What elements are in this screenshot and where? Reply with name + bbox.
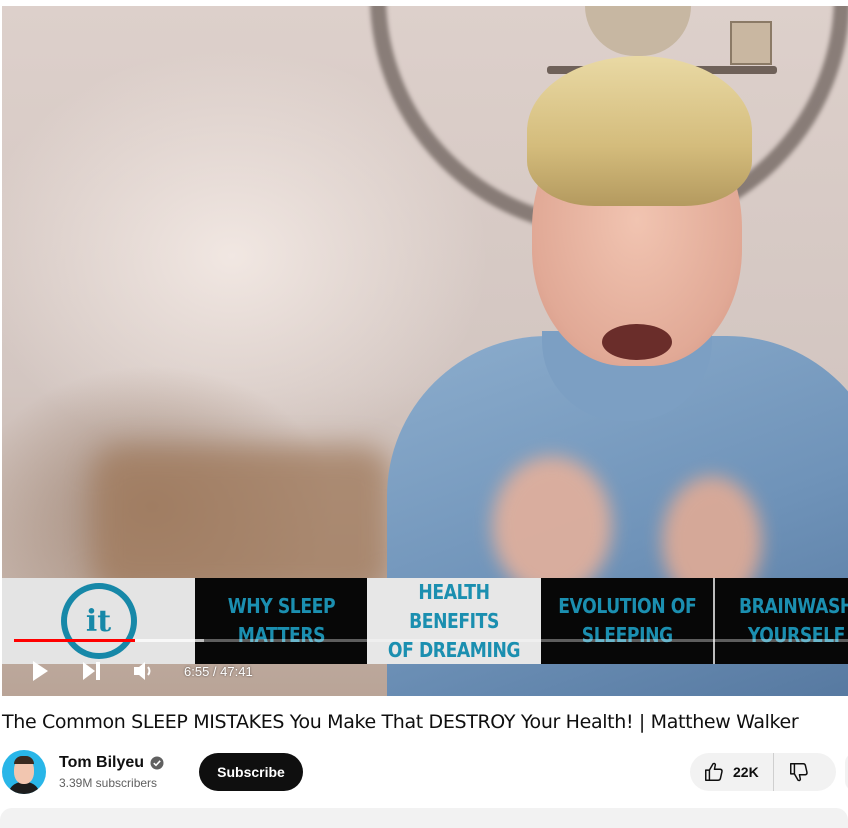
logo-text: it <box>66 589 131 653</box>
background-chair <box>92 446 392 596</box>
subscribe-button[interactable]: Subscribe <box>199 753 303 791</box>
chapter-line-1: WHY SLEEP <box>227 594 335 618</box>
channel-owner: Tom Bilyeu 3.39M subscribers <box>2 750 164 794</box>
thumbs-up-icon <box>705 762 723 781</box>
like-dislike-group: 22K <box>690 753 836 791</box>
next-button[interactable] <box>68 647 116 695</box>
speaker-mouth <box>602 324 672 360</box>
like-button[interactable]: 22K <box>690 753 774 791</box>
next-icon <box>83 662 100 680</box>
player-controls: 6:55 / 47:41 <box>2 646 848 696</box>
speaker-hair <box>527 56 752 206</box>
chapter-line-1: BRAINWASH <box>739 594 848 618</box>
speaker-hand-left <box>492 456 612 596</box>
play-icon <box>33 661 48 681</box>
mute-button[interactable] <box>120 647 168 695</box>
description-box[interactable] <box>0 808 848 828</box>
like-count: 22K <box>733 764 759 780</box>
play-button[interactable] <box>16 647 64 695</box>
subscriber-count: 3.39M subscribers <box>59 776 158 790</box>
progress-bar[interactable] <box>14 638 848 643</box>
video-player[interactable]: it WHY SLEEP MATTERS HEALTH BENEFITS OF … <box>2 6 848 696</box>
chapter-line-1: HEALTH BENEFITS <box>409 579 499 633</box>
thumbs-down-icon <box>789 763 808 782</box>
verified-check-icon <box>150 756 164 770</box>
shelf-box <box>730 21 772 65</box>
video-title: The Common SLEEP MISTAKES You Make That … <box>2 711 799 733</box>
volume-icon <box>134 662 151 680</box>
chapter-line-1: EVOLUTION OF <box>557 594 697 618</box>
progress-played <box>14 639 135 642</box>
time-display: 6:55 / 47:41 <box>184 663 253 679</box>
dislike-button[interactable] <box>774 753 810 791</box>
avatar[interactable] <box>2 750 46 794</box>
channel-name[interactable]: Tom Bilyeu <box>59 754 144 772</box>
